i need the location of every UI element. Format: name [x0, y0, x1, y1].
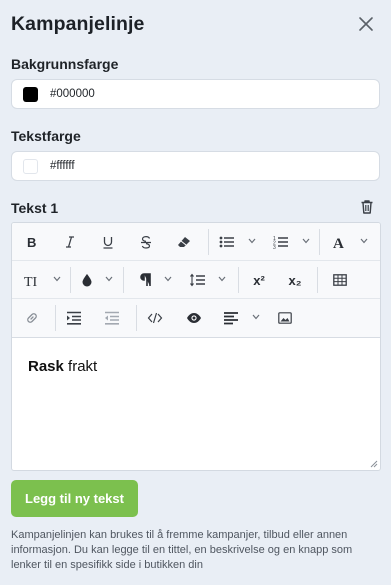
drop-icon: [82, 274, 92, 287]
line-height-button[interactable]: [189, 270, 207, 290]
editor-content[interactable]: Rask frakt: [28, 358, 97, 375]
editor-bold-text: Rask: [28, 358, 64, 375]
panel-title: Kampanjelinje: [11, 13, 145, 35]
eraser-icon: [178, 237, 190, 247]
table-icon: [333, 274, 347, 286]
bullet-list-icon: [219, 236, 234, 248]
toolbar-divider: [317, 267, 318, 293]
clear-format-button[interactable]: [174, 232, 194, 252]
background-color-swatch[interactable]: [23, 87, 38, 102]
trash-icon[interactable]: [360, 199, 374, 215]
chevron-down-icon[interactable]: [105, 276, 113, 282]
table-button[interactable]: [330, 270, 350, 290]
code-view-button[interactable]: [145, 308, 165, 328]
toolbar-divider: [123, 267, 124, 293]
text-color-field[interactable]: #ffffff: [11, 151, 380, 181]
image-icon: [278, 312, 292, 324]
paragraph-button[interactable]: [136, 270, 154, 290]
italic-button[interactable]: [60, 232, 80, 252]
chevron-down-icon[interactable]: [53, 276, 61, 282]
toolbar-divider: [55, 305, 56, 331]
text-color-button[interactable]: [78, 270, 96, 290]
numbered-list-button[interactable]: 123: [271, 232, 291, 252]
bullet-list-button[interactable]: [217, 232, 237, 252]
toolbar-row-3: [12, 299, 380, 337]
svg-text:TI: TI: [24, 275, 38, 287]
editor-toolbar: B 123 A TI x² x₂: [12, 223, 380, 338]
resize-handle-icon[interactable]: [369, 459, 378, 468]
bold-button[interactable]: B: [22, 232, 42, 252]
strikethrough-button[interactable]: [136, 232, 156, 252]
link-button[interactable]: [22, 308, 42, 328]
underline-button[interactable]: [98, 232, 118, 252]
chevron-down-icon[interactable]: [302, 238, 310, 244]
font-size-icon: TI: [24, 275, 38, 287]
font-color-icon: A: [333, 236, 344, 249]
editor-plain-text: frakt: [63, 358, 98, 375]
add-text-button[interactable]: Legg til ny tekst: [11, 480, 138, 517]
font-size-button[interactable]: TI: [22, 270, 44, 290]
panel-header: Kampanjelinje: [11, 13, 380, 39]
italic-icon: [66, 236, 74, 248]
chevron-down-icon[interactable]: [252, 314, 260, 320]
paragraph-icon: [140, 273, 151, 286]
bold-icon: B: [27, 235, 36, 249]
toolbar-divider: [319, 229, 320, 255]
numbered-list-icon: 123: [273, 236, 288, 249]
chevron-down-icon[interactable]: [248, 238, 256, 244]
superscript-icon: x²: [253, 272, 265, 288]
strikethrough-icon: [141, 235, 151, 249]
align-button[interactable]: [221, 308, 241, 328]
background-color-field[interactable]: #000000: [11, 79, 380, 109]
image-button[interactable]: [275, 308, 295, 328]
underline-icon: [103, 237, 113, 249]
toolbar-row-2: TI x² x₂: [12, 261, 380, 299]
toolbar-row-1: B 123 A: [12, 223, 380, 261]
outdent-button[interactable]: [102, 308, 122, 328]
toolbar-divider: [70, 267, 71, 293]
chevron-down-icon[interactable]: [164, 276, 172, 282]
svg-text:A: A: [333, 236, 344, 249]
subscript-icon: x₂: [288, 272, 302, 288]
link-icon: [27, 313, 37, 323]
font-color-button[interactable]: A: [330, 232, 350, 252]
toolbar-divider: [136, 305, 137, 331]
svg-text:B: B: [27, 235, 36, 249]
subscript-button[interactable]: x₂: [284, 270, 306, 290]
preview-button[interactable]: [184, 308, 204, 328]
text-color-swatch[interactable]: [23, 159, 38, 174]
toolbar-divider: [238, 267, 239, 293]
code-icon: [147, 312, 163, 324]
background-color-value[interactable]: #000000: [50, 88, 95, 100]
indent-button[interactable]: [64, 308, 84, 328]
text-color-value[interactable]: #ffffff: [50, 160, 75, 172]
eye-icon: [187, 313, 201, 323]
close-icon[interactable]: [357, 15, 375, 33]
background-color-label: Bakgrunnsfarge: [11, 56, 119, 72]
svg-text:3: 3: [273, 245, 276, 249]
toolbar-divider: [208, 229, 209, 255]
line-height-icon: [190, 273, 205, 287]
superscript-button[interactable]: x²: [248, 270, 270, 290]
helper-text: Kampanjelinjen kan brukes til å fremme k…: [11, 529, 353, 571]
align-left-icon: [224, 312, 238, 325]
chevron-down-icon[interactable]: [360, 238, 368, 244]
outdent-icon: [105, 311, 119, 325]
text-block-label: Tekst 1: [11, 200, 59, 216]
text-color-label: Tekstfarge: [11, 128, 81, 144]
indent-icon: [67, 311, 81, 325]
chevron-down-icon[interactable]: [218, 276, 226, 282]
rich-text-editor[interactable]: B 123 A TI x² x₂ Rask frakt: [11, 222, 381, 471]
